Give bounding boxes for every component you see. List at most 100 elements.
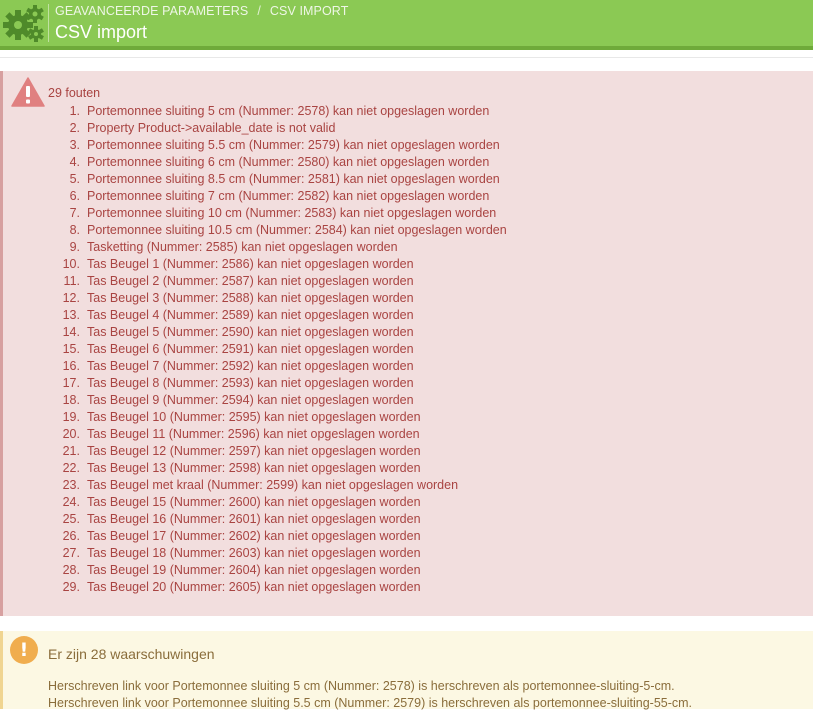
error-item-number: 21. (62, 444, 80, 458)
error-item-number: 14. (62, 325, 80, 339)
divider (0, 57, 813, 58)
error-item-number: 20. (62, 427, 80, 441)
error-item-number: 15. (62, 342, 80, 356)
error-list-item: 24. Tas Beugel 15 (Nummer: 2600) kan niet… (48, 494, 507, 511)
error-list-item: 5. Portemonnee sluiting 8.5 cm (Nummer: 2… (48, 171, 507, 188)
error-list-item: 10. Tas Beugel 1 (Nummer: 2586) kan niet … (48, 256, 507, 273)
error-item-number: 19. (62, 410, 80, 424)
error-item-text: Portemonnee sluiting 10.5 cm (Nummer: 25… (87, 223, 507, 237)
error-list-item: 29. Tas Beugel 20 (Nummer: 2605) kan niet… (48, 579, 507, 596)
error-item-number: 18. (62, 393, 80, 407)
error-item-number: 2. (69, 121, 80, 135)
error-item-number: 13. (62, 308, 80, 322)
error-item-text: Tas Beugel 5 (Nummer: 2590) kan niet opg… (87, 325, 414, 339)
error-item-text: Portemonnee sluiting 8.5 cm (Nummer: 258… (87, 172, 500, 186)
error-item-text: Tasketting (Nummer: 2585) kan niet opges… (87, 240, 398, 254)
warning-list: Herschreven link voor Portemonnee sluiti… (48, 678, 692, 712)
error-item-text: Tas Beugel 2 (Nummer: 2587) kan niet opg… (87, 274, 414, 288)
warning-line: Herschreven link voor Portemonnee sluiti… (48, 679, 675, 693)
error-item-text: Tas Beugel 3 (Nummer: 2588) kan niet opg… (87, 291, 414, 305)
error-item-text: Property Product->available_date is not … (87, 121, 336, 135)
error-item-number: 24. (62, 495, 80, 509)
error-item-text: Tas Beugel 9 (Nummer: 2594) kan niet opg… (87, 393, 414, 407)
error-list-item: 8. Portemonnee sluiting 10.5 cm (Nummer: … (48, 222, 507, 239)
error-item-number: 1. (69, 104, 80, 118)
warning-count-heading: Er zijn 28 waarschuwingen (48, 646, 215, 662)
breadcrumb-item-advanced-parameters[interactable]: GEAVANCEERDE PARAMETERS (55, 4, 248, 18)
error-list-item: 12. Tas Beugel 3 (Nummer: 2588) kan niet … (48, 290, 507, 307)
error-item-text: Tas Beugel 20 (Nummer: 2605) kan niet op… (87, 580, 421, 594)
error-item-number: 6. (69, 189, 80, 203)
error-item-text: Tas Beugel 13 (Nummer: 2598) kan niet op… (87, 461, 421, 475)
error-list-item: 11. Tas Beugel 2 (Nummer: 2587) kan niet … (48, 273, 507, 290)
error-item-text: Tas Beugel 6 (Nummer: 2591) kan niet opg… (87, 342, 414, 356)
error-list-item: 21. Tas Beugel 12 (Nummer: 2597) kan niet… (48, 443, 507, 460)
error-alert: 29 fouten 1. Portemonnee sluiting 5 cm (N… (0, 71, 813, 616)
error-item-number: 16. (62, 359, 80, 373)
gears-icon (3, 5, 44, 42)
error-list-item: 2. Property Product->available_date is no… (48, 120, 507, 137)
error-list-item: 17. Tas Beugel 8 (Nummer: 2593) kan niet … (48, 375, 507, 392)
page-title: CSV import (55, 22, 148, 42)
error-item-text: Tas Beugel 1 (Nummer: 2586) kan niet opg… (87, 257, 414, 271)
error-item-text: Tas Beugel 11 (Nummer: 2596) kan niet op… (87, 427, 420, 441)
error-item-text: Tas Beugel 18 (Nummer: 2603) kan niet op… (87, 546, 421, 560)
error-item-text: Tas Beugel 10 (Nummer: 2595) kan niet op… (87, 410, 421, 424)
error-list-item: 16. Tas Beugel 7 (Nummer: 2592) kan niet … (48, 358, 507, 375)
warning-line: Herschreven link voor Portemonnee sluiti… (48, 696, 693, 710)
exclamation-circle-icon: ! (10, 636, 38, 664)
error-list-item: 1. Portemonnee sluiting 5 cm (Nummer: 257… (48, 103, 507, 120)
error-item-text: Portemonnee sluiting 5.5 cm (Nummer: 257… (87, 138, 500, 152)
error-list-item: 25. Tas Beugel 16 (Nummer: 2601) kan niet… (48, 511, 507, 528)
error-list-item: 19. Tas Beugel 10 (Nummer: 2595) kan niet… (48, 409, 507, 426)
error-list-item: 7. Portemonnee sluiting 10 cm (Nummer: 25… (48, 205, 507, 222)
toolbar-divider (48, 4, 49, 42)
breadcrumb: GEAVANCEERDE PARAMETERS / CSV IMPORT (55, 4, 348, 18)
error-item-text: Portemonnee sluiting 6 cm (Nummer: 2580)… (87, 155, 490, 169)
error-list-item: 23. Tas Beugel met kraal (Nummer: 2599) k… (48, 477, 507, 494)
error-item-text: Tas Beugel 15 (Nummer: 2600) kan niet op… (87, 495, 421, 509)
error-item-text: Tas Beugel 17 (Nummer: 2602) kan niet op… (87, 529, 421, 543)
warning-triangle-icon (11, 77, 45, 107)
error-item-number: 28. (62, 563, 80, 577)
error-item-number: 17. (62, 376, 80, 390)
error-list-item: 22. Tas Beugel 13 (Nummer: 2598) kan niet… (48, 460, 507, 477)
error-item-number: 4. (69, 155, 80, 169)
error-item-number: 26. (62, 529, 80, 543)
error-item-text: Tas Beugel met kraal (Nummer: 2599) kan … (87, 478, 459, 492)
error-item-text: Portemonnee sluiting 7 cm (Nummer: 2582)… (87, 189, 490, 203)
page-header-toolbar: GEAVANCEERDE PARAMETERS / CSV IMPORT CSV i… (0, 0, 813, 50)
error-item-number: 8. (69, 223, 80, 237)
error-list-item: 9. Tasketting (Nummer: 2585) kan niet opg… (48, 239, 507, 256)
error-item-text: Tas Beugel 4 (Nummer: 2589) kan niet opg… (87, 308, 414, 322)
error-list-item: 4. Portemonnee sluiting 6 cm (Nummer: 258… (48, 154, 507, 171)
error-list-item: 3. Portemonnee sluiting 5.5 cm (Nummer: 2… (48, 137, 507, 154)
error-item-number: 25. (62, 512, 80, 526)
warning-alert: ! Er zijn 28 waarschuwingen Herschreven … (0, 631, 813, 712)
error-list-item: 26. Tas Beugel 17 (Nummer: 2602) kan niet… (48, 528, 507, 545)
error-list-item: 20. Tas Beugel 11 (Nummer: 2596) kan niet… (48, 426, 507, 443)
error-item-number: 22. (62, 461, 80, 475)
error-item-text: Tas Beugel 8 (Nummer: 2593) kan niet opg… (87, 376, 414, 390)
error-list-item: 14. Tas Beugel 5 (Nummer: 2590) kan niet … (48, 324, 507, 341)
error-list: 1. Portemonnee sluiting 5 cm (Nummer: 257… (48, 103, 507, 596)
breadcrumb-item-csv-import[interactable]: CSV IMPORT (270, 4, 349, 18)
error-item-number: 12. (62, 291, 80, 305)
error-item-text: Tas Beugel 12 (Nummer: 2597) kan niet op… (87, 444, 421, 458)
error-list-item: 27. Tas Beugel 18 (Nummer: 2603) kan niet… (48, 545, 507, 562)
error-count-heading: 29 fouten (48, 86, 101, 100)
error-item-text: Portemonnee sluiting 5 cm (Nummer: 2578)… (87, 104, 490, 118)
error-item-text: Tas Beugel 7 (Nummer: 2592) kan niet opg… (87, 359, 414, 373)
error-item-number: 27. (62, 546, 80, 560)
error-item-text: Tas Beugel 16 (Nummer: 2601) kan niet op… (87, 512, 421, 526)
error-list-item: 18. Tas Beugel 9 (Nummer: 2594) kan niet … (48, 392, 507, 409)
breadcrumb-separator: / (257, 4, 261, 18)
error-item-text: Portemonnee sluiting 10 cm (Nummer: 2583… (87, 206, 497, 220)
error-list-item: 28. Tas Beugel 19 (Nummer: 2604) kan niet… (48, 562, 507, 579)
error-item-number: 29. (62, 580, 80, 594)
error-item-number: 23. (62, 478, 80, 492)
error-item-number: 11. (63, 274, 80, 288)
error-item-text: Tas Beugel 19 (Nummer: 2604) kan niet op… (87, 563, 421, 577)
error-item-number: 10. (62, 257, 80, 271)
error-list-item: 6. Portemonnee sluiting 7 cm (Nummer: 258… (48, 188, 507, 205)
